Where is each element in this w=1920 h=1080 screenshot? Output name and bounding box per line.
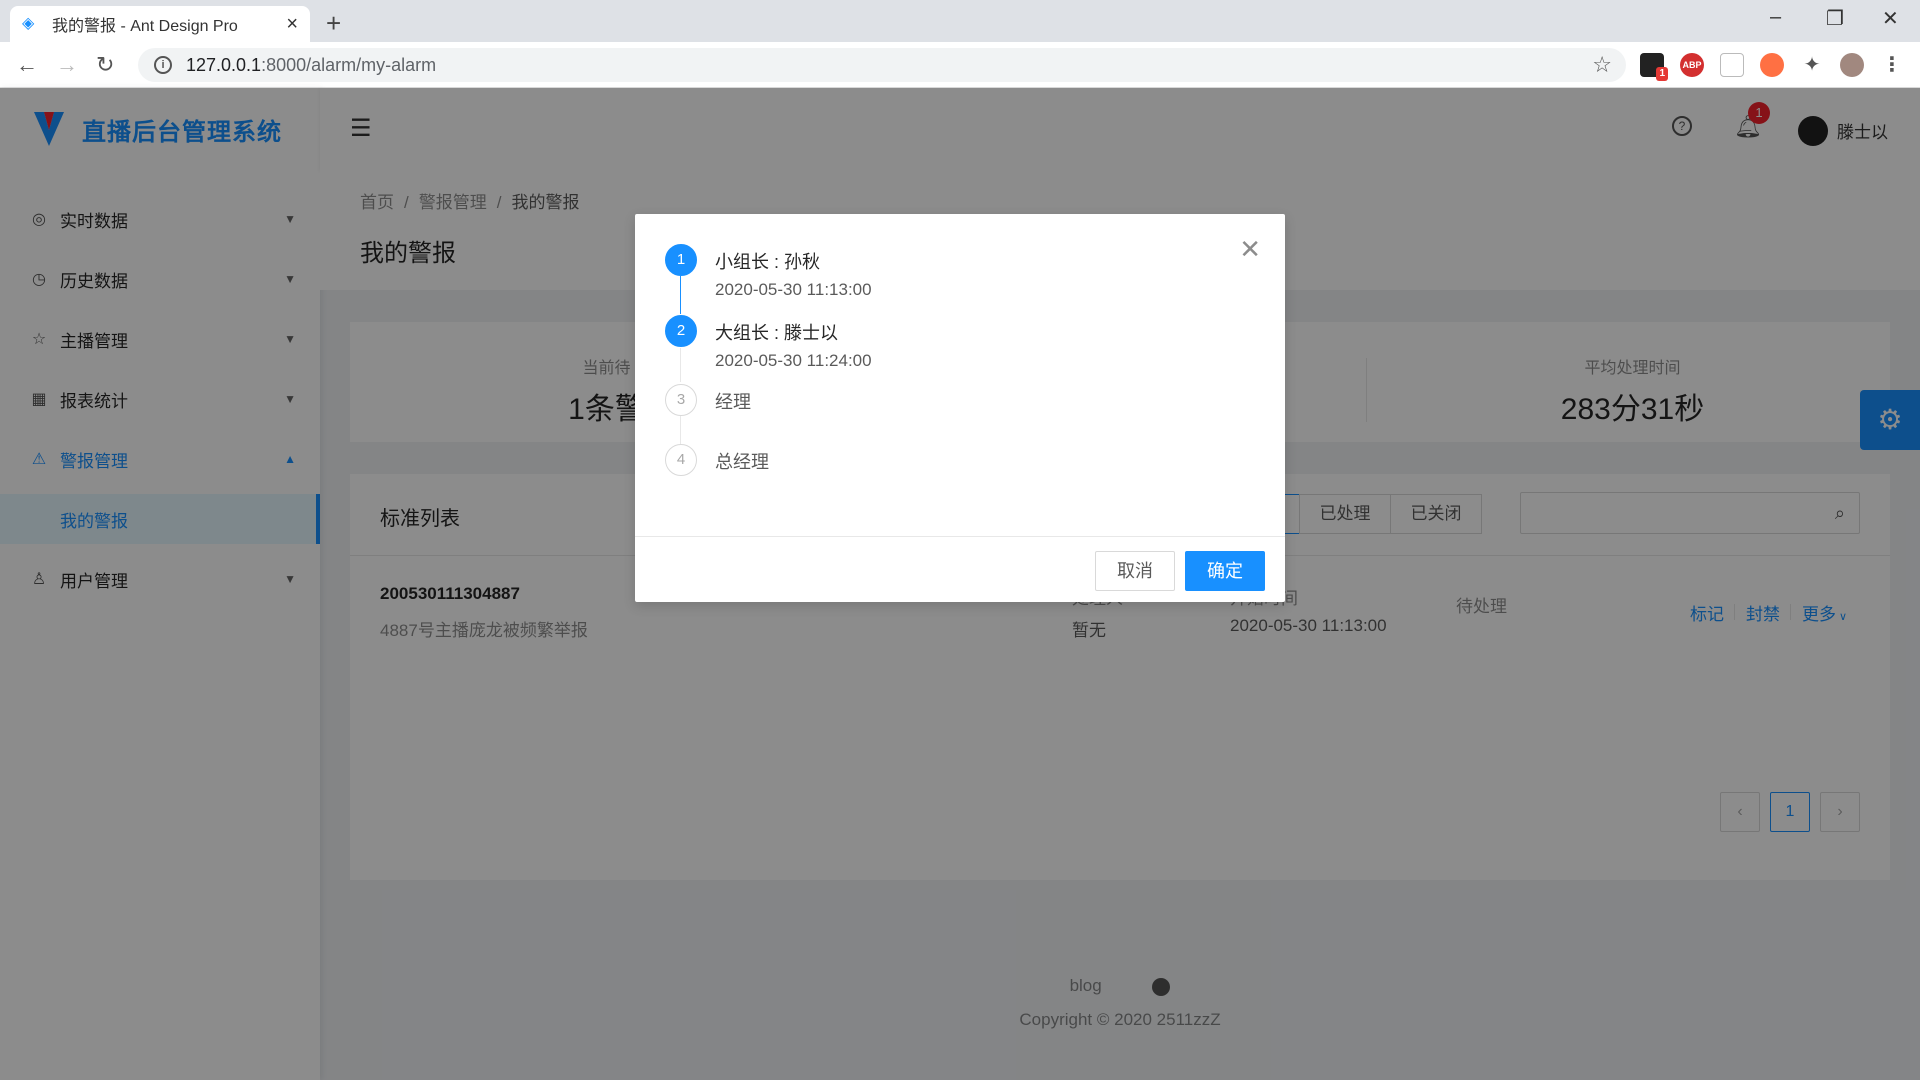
site-info-icon[interactable]: i xyxy=(154,56,172,74)
reload-icon[interactable]: ↻ xyxy=(96,52,114,78)
url-host: 127.0.0.1 xyxy=(186,54,262,75)
restore-icon[interactable]: ❐ xyxy=(1826,6,1844,31)
url-field[interactable]: i 127.0.0.1:8000/alarm/my-alarm ☆ xyxy=(138,48,1626,82)
browser-tab[interactable]: ◈ 我的警报 - Ant Design Pro × xyxy=(10,6,310,42)
step-title: 经理 xyxy=(715,392,751,412)
step-number: 3 xyxy=(665,384,697,416)
extension-box-icon[interactable] xyxy=(1720,53,1744,77)
extension-icon[interactable]: 1 xyxy=(1640,53,1668,81)
step-title: 小组长 : 孙秋 xyxy=(715,252,821,272)
step-connector xyxy=(680,276,681,314)
step-connector xyxy=(680,348,681,382)
ok-button[interactable]: 确定 xyxy=(1185,551,1265,591)
approval-steps-modal: ✕ 1 小组长 : 孙秋 2020-05-30 11:13:00 2 大组长 :… xyxy=(635,214,1285,602)
back-icon[interactable]: ← xyxy=(16,52,38,78)
extension-glasses-icon[interactable] xyxy=(1760,53,1784,77)
bookmark-star-icon[interactable]: ☆ xyxy=(1592,52,1612,78)
ant-design-favicon-icon: ◈ xyxy=(22,15,35,32)
profile-avatar[interactable] xyxy=(1840,53,1864,77)
adblock-label: ABP xyxy=(1682,60,1702,70)
step-connector xyxy=(680,414,681,444)
close-tab-icon[interactable]: × xyxy=(286,13,298,36)
chrome-menu-icon[interactable]: ⋮ xyxy=(1880,53,1904,77)
modal-footer: 取消 确定 xyxy=(635,536,1285,602)
puzzle-icon[interactable]: ✦ xyxy=(1800,53,1824,77)
forward-icon[interactable]: → xyxy=(56,52,78,78)
browser-tab-bar: ◈ 我的警报 - Ant Design Pro × + – ❐ ✕ xyxy=(0,0,1920,42)
close-window-icon[interactable]: ✕ xyxy=(1882,6,1899,31)
cancel-button[interactable]: 取消 xyxy=(1095,551,1175,591)
new-tab-icon[interactable]: + xyxy=(326,8,341,39)
tab-title: 我的警报 - Ant Design Pro xyxy=(52,18,238,35)
adblock-icon[interactable]: ABP xyxy=(1680,53,1704,77)
step-title: 大组长 : 滕士以 xyxy=(715,323,839,343)
step-number: 1 xyxy=(665,244,697,276)
step-time: 2020-05-30 11:24:00 xyxy=(715,351,872,370)
close-icon[interactable]: ✕ xyxy=(1239,236,1261,262)
step-number: 2 xyxy=(665,315,697,347)
extension-badge: 1 xyxy=(1656,67,1668,81)
step-time: 2020-05-30 11:13:00 xyxy=(715,280,872,299)
address-bar: ← → ↻ i 127.0.0.1:8000/alarm/my-alarm ☆ … xyxy=(0,42,1920,88)
step-title: 总经理 xyxy=(715,452,769,472)
minimize-icon[interactable]: – xyxy=(1770,6,1781,29)
step-number: 4 xyxy=(665,444,697,476)
url-path: :8000/alarm/my-alarm xyxy=(261,54,437,75)
